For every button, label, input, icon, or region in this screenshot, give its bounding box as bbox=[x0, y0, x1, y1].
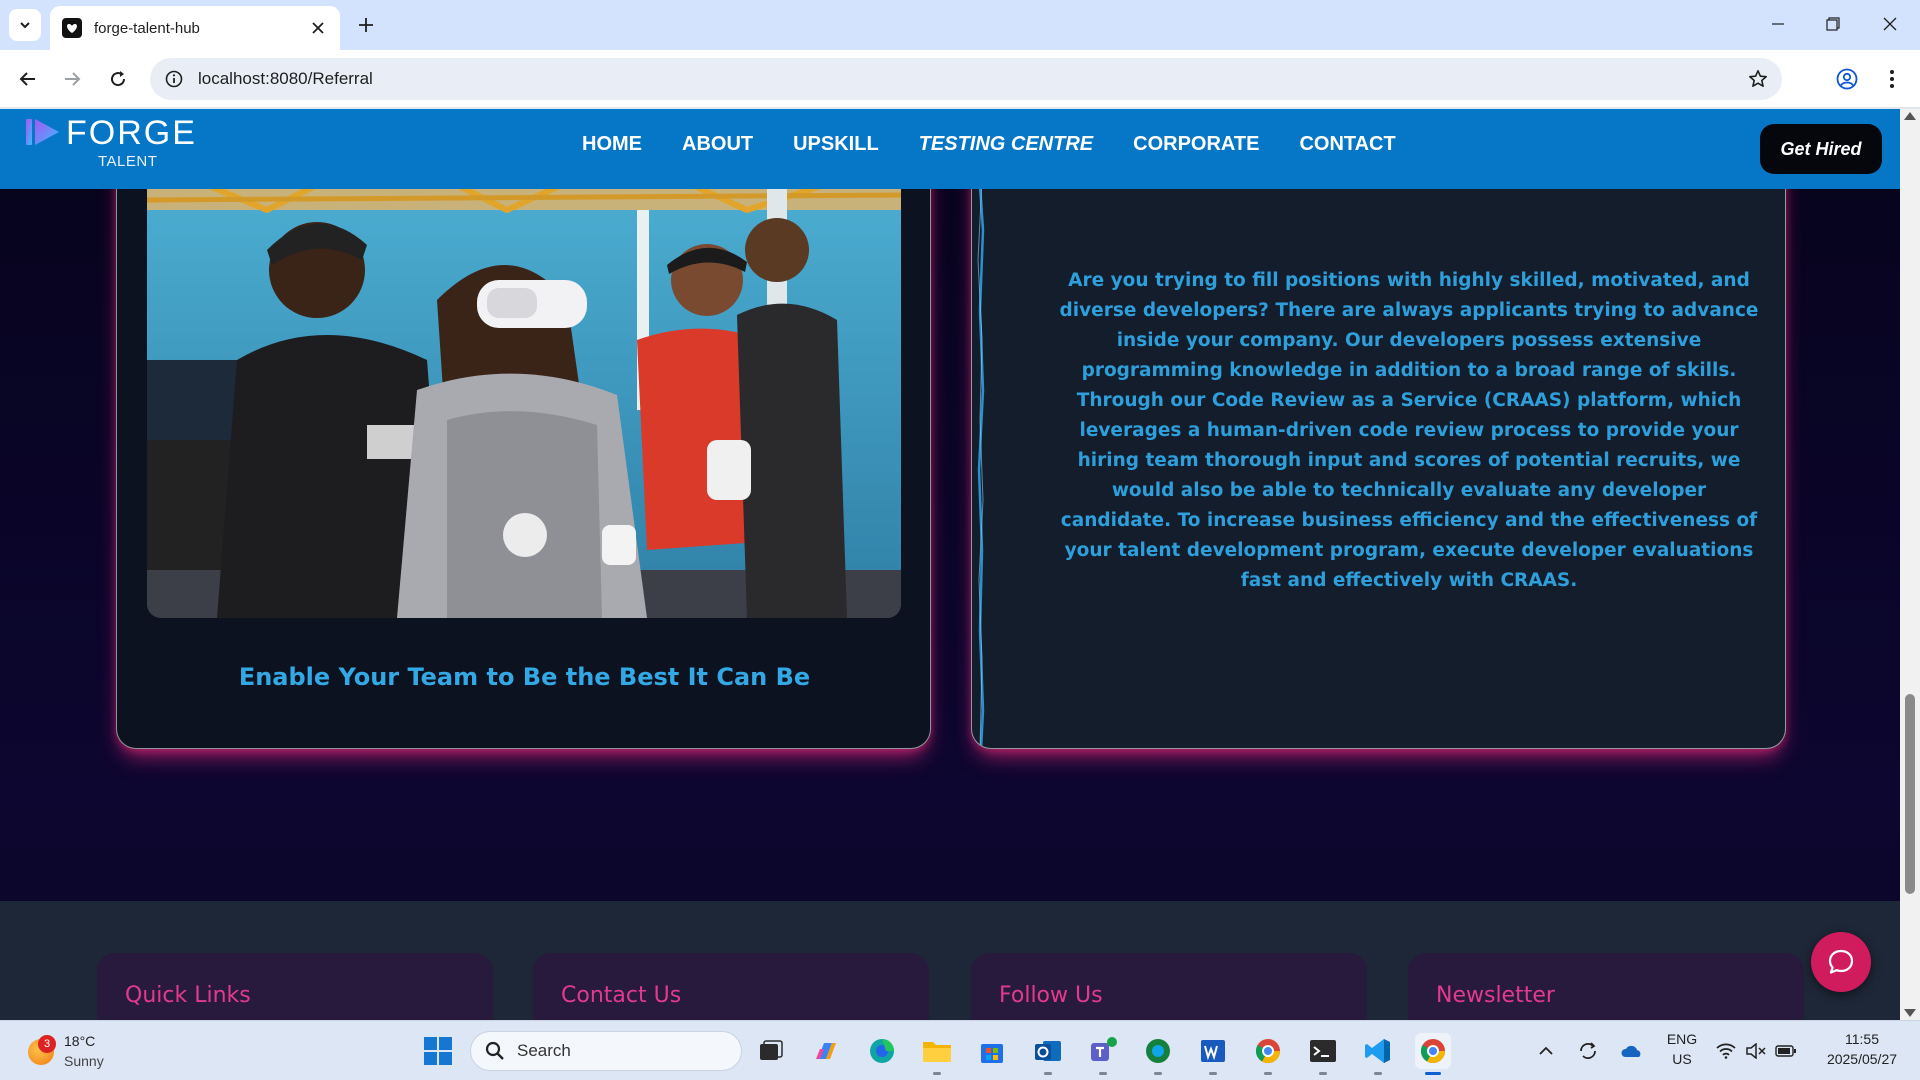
site-info-icon[interactable] bbox=[164, 69, 184, 89]
taskbar-search[interactable]: Search bbox=[470, 1031, 742, 1071]
running-indicator bbox=[1099, 1072, 1107, 1075]
page-scrollbar[interactable] bbox=[1900, 109, 1920, 1020]
footer-quick-links: Quick Links bbox=[97, 953, 493, 1020]
chrome-active-icon[interactable] bbox=[1415, 1033, 1451, 1075]
nav-upskill[interactable]: UPSKILL bbox=[793, 133, 879, 156]
browser-tab-active[interactable]: forge-talent-hub bbox=[50, 6, 340, 50]
close-window-icon[interactable] bbox=[1870, 8, 1910, 40]
site-footer: Quick Links Contact Us Follow Us Newslet… bbox=[0, 901, 1900, 1020]
page-viewport: FORGE TALENT HOME ABOUT UPSKILL TESTING … bbox=[0, 109, 1900, 1020]
footer-contact-us: Contact Us bbox=[533, 953, 929, 1020]
search-icon bbox=[485, 1041, 504, 1060]
windows-start-icon[interactable] bbox=[420, 1033, 456, 1069]
browser-menu-icon[interactable] bbox=[1876, 63, 1908, 95]
running-indicator bbox=[1044, 1072, 1052, 1075]
clock-time[interactable]: 11:55 bbox=[1812, 1031, 1912, 1047]
language-indicator-line2[interactable]: US bbox=[1664, 1051, 1700, 1067]
reload-icon[interactable] bbox=[102, 63, 134, 95]
onedrive-icon[interactable] bbox=[1618, 1033, 1646, 1069]
footer-quick-links-title: Quick Links bbox=[125, 983, 251, 1008]
running-indicator bbox=[933, 1072, 941, 1075]
minimize-icon[interactable] bbox=[1758, 8, 1798, 40]
chat-bubble-icon bbox=[1828, 949, 1854, 974]
heart-favicon-icon bbox=[62, 18, 82, 38]
get-hired-button[interactable]: Get Hired bbox=[1760, 124, 1882, 174]
chrome-icon[interactable] bbox=[1250, 1033, 1286, 1075]
running-indicator bbox=[1374, 1072, 1382, 1075]
volume-muted-icon[interactable] bbox=[1743, 1033, 1769, 1069]
show-hidden-icons-chevron-icon[interactable] bbox=[1535, 1033, 1557, 1069]
scrollbar-thumb[interactable] bbox=[1905, 694, 1915, 894]
microsoft-store-icon[interactable] bbox=[974, 1033, 1010, 1069]
battery-icon[interactable] bbox=[1773, 1033, 1799, 1069]
scroll-up-arrow-icon[interactable] bbox=[1904, 112, 1916, 120]
browser-toolbar: localhost:8080/Referral bbox=[0, 50, 1920, 108]
footer-follow-us-title: Follow Us bbox=[999, 983, 1103, 1008]
vr-event-photo-image bbox=[147, 140, 901, 618]
craas-card: Are you trying to fill positions with hi… bbox=[971, 109, 1786, 749]
word-icon[interactable] bbox=[1195, 1033, 1231, 1075]
edge-browser-icon[interactable] bbox=[864, 1033, 900, 1069]
new-tab-plus-icon[interactable] bbox=[352, 11, 380, 39]
bookmark-star-icon[interactable] bbox=[1748, 69, 1768, 89]
clock-date[interactable]: 2025/05/27 bbox=[1812, 1051, 1912, 1067]
electric-border-decoration bbox=[977, 110, 985, 748]
teams-icon[interactable] bbox=[1085, 1033, 1121, 1075]
nav-corporate[interactable]: CORPORATE bbox=[1133, 133, 1259, 156]
footer-newsletter: Newsletter bbox=[1408, 953, 1804, 1020]
url-text[interactable]: localhost:8080/Referral bbox=[198, 69, 373, 89]
outlook-icon[interactable] bbox=[1030, 1033, 1066, 1075]
copilot-icon[interactable] bbox=[808, 1033, 844, 1069]
file-explorer-icon[interactable] bbox=[919, 1033, 955, 1075]
weather-badge: 3 bbox=[38, 1035, 56, 1053]
windows-taskbar: 3 18°C Sunny Search ENG US 11:55 2025/05… bbox=[0, 1020, 1920, 1080]
logo-subtitle: TALENT bbox=[98, 153, 158, 170]
terminal-icon[interactable] bbox=[1305, 1033, 1341, 1075]
team-card: Enable Your Team to Be the Best It Can B… bbox=[116, 109, 931, 749]
running-indicator bbox=[1209, 1072, 1217, 1075]
tab-close-icon[interactable] bbox=[308, 18, 328, 38]
nav-about[interactable]: ABOUT bbox=[682, 133, 753, 156]
weather-condition: Sunny bbox=[64, 1053, 104, 1069]
main-nav: HOME ABOUT UPSKILL TESTING CENTRE CORPOR… bbox=[582, 133, 1396, 156]
scroll-down-arrow-icon[interactable] bbox=[1904, 1009, 1916, 1017]
site-navbar: FORGE TALENT HOME ABOUT UPSKILL TESTING … bbox=[0, 109, 1900, 189]
weather-widget[interactable]: 3 18°C Sunny bbox=[24, 1029, 144, 1073]
footer-contact-us-title: Contact Us bbox=[561, 983, 682, 1008]
profile-icon[interactable] bbox=[1831, 63, 1863, 95]
forward-arrow-icon[interactable] bbox=[56, 63, 88, 95]
task-view-icon[interactable] bbox=[753, 1033, 789, 1069]
logo-mark-icon bbox=[26, 119, 59, 145]
logo-wordmark: FORGE bbox=[66, 114, 197, 152]
nav-testing-centre[interactable]: TESTING CENTRE bbox=[919, 133, 1093, 156]
language-indicator-line1[interactable]: ENG bbox=[1664, 1031, 1700, 1047]
running-indicator bbox=[1319, 1072, 1327, 1075]
nav-home[interactable]: HOME bbox=[582, 133, 642, 156]
forge-logo[interactable]: FORGE TALENT bbox=[26, 115, 195, 179]
weather-temperature: 18°C bbox=[64, 1033, 96, 1049]
nav-contact[interactable]: CONTACT bbox=[1299, 133, 1395, 156]
running-indicator bbox=[1154, 1072, 1162, 1075]
footer-follow-us: Follow Us bbox=[971, 953, 1367, 1020]
sync-icon[interactable] bbox=[1574, 1033, 1602, 1069]
footer-newsletter-title: Newsletter bbox=[1436, 983, 1555, 1008]
back-arrow-icon[interactable] bbox=[12, 63, 44, 95]
tab-title: forge-talent-hub bbox=[94, 19, 200, 37]
address-bar[interactable]: localhost:8080/Referral bbox=[150, 58, 1782, 100]
browser-tab-strip: forge-talent-hub bbox=[0, 0, 1920, 50]
tab-search-dropdown-icon[interactable] bbox=[9, 9, 41, 41]
team-card-heading: Enable Your Team to Be the Best It Can B… bbox=[238, 663, 811, 691]
running-indicator bbox=[1264, 1072, 1272, 1075]
active-running-indicator bbox=[1425, 1072, 1441, 1075]
vr-event-photo bbox=[147, 140, 901, 618]
wifi-icon[interactable] bbox=[1713, 1033, 1739, 1069]
chat-button[interactable] bbox=[1811, 932, 1871, 992]
craas-description: Are you trying to fill positions with hi… bbox=[1059, 270, 1759, 591]
vscode-icon[interactable] bbox=[1360, 1033, 1396, 1075]
restore-icon[interactable] bbox=[1813, 8, 1853, 40]
taskbar-search-label: Search bbox=[517, 1041, 571, 1060]
edge-dev-icon[interactable] bbox=[1140, 1033, 1176, 1075]
